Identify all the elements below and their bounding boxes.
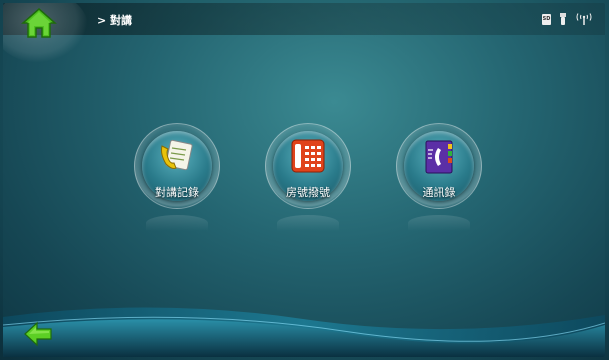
antenna-icon xyxy=(576,13,592,25)
back-button[interactable] xyxy=(23,321,53,347)
back-arrow-icon xyxy=(24,321,52,347)
intercom-log-icon xyxy=(161,139,193,171)
app-label: 對講記錄 xyxy=(155,186,199,199)
screen-frame: > 對講 SD 對講記錄 房號撥號 通訊錄 xyxy=(3,3,605,357)
address-book-icon xyxy=(425,140,453,174)
app-label: 通訊錄 xyxy=(422,186,456,199)
usb-icon xyxy=(560,13,566,25)
app-tile-intercom-log[interactable]: 對講記錄 xyxy=(134,123,222,243)
tile-reflection xyxy=(146,215,208,231)
room-dial-icon xyxy=(291,139,325,173)
tile-reflection xyxy=(408,215,470,231)
app-tile-room-dial[interactable]: 房號撥號 xyxy=(265,123,353,243)
home-icon xyxy=(21,8,57,38)
tile-reflection xyxy=(277,215,339,231)
status-icons: SD xyxy=(542,13,593,25)
bottom-wave-decoration xyxy=(3,307,605,357)
app-label: 房號撥號 xyxy=(286,186,330,199)
home-button[interactable] xyxy=(21,7,57,39)
top-bar xyxy=(3,3,605,35)
breadcrumb: > 對講 xyxy=(97,14,133,27)
app-tile-address-book[interactable]: 通訊錄 xyxy=(396,123,484,243)
sd-card-icon: SD xyxy=(542,13,551,25)
